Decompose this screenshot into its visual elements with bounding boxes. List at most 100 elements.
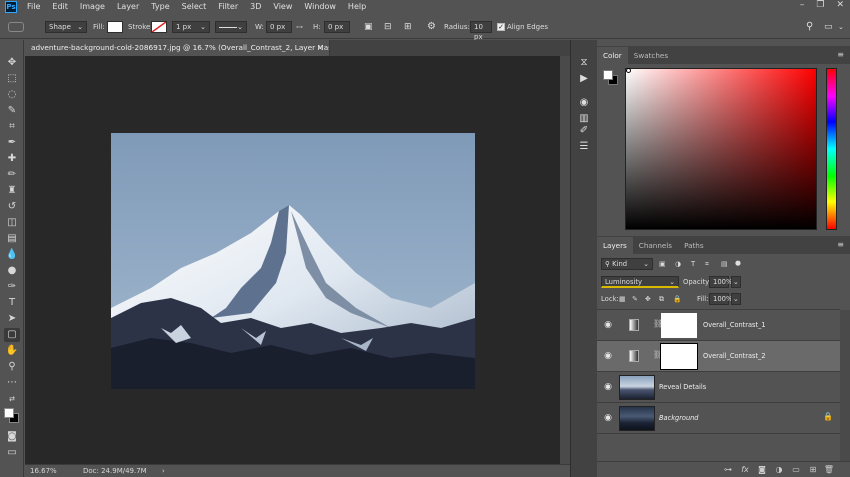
stroke-style-select[interactable]: ⌄ <box>215 21 247 33</box>
clone-stamp-tool-icon[interactable]: ♜ <box>4 184 20 198</box>
layer-row-selected[interactable]: ◉ ⛓ Overall_Contrast_2 <box>597 341 840 372</box>
layer-thumbnail[interactable] <box>619 406 655 431</box>
canvas-scrollbar[interactable] <box>560 56 570 464</box>
opacity-dropdown-button[interactable]: ⌄ <box>731 276 741 288</box>
color-foreground-swatch[interactable] <box>603 70 613 80</box>
layer-name[interactable]: Overall_Contrast_2 <box>703 341 766 372</box>
tab-swatches[interactable]: Swatches <box>628 47 674 64</box>
lock-artboard-icon[interactable]: ⧉ <box>659 293 664 305</box>
width-field[interactable]: 0 px <box>266 21 292 33</box>
history-icon[interactable]: ⧖ <box>577 56 591 70</box>
fill-field[interactable]: 100% <box>709 293 732 305</box>
brush-tool-icon[interactable]: ✏ <box>4 168 20 182</box>
lock-position-icon[interactable]: ✥ <box>645 293 651 305</box>
lock-pixels-icon[interactable]: ✎ <box>632 293 638 305</box>
filter-type-icon[interactable]: T <box>691 258 695 270</box>
filter-adjustment-icon[interactable]: ◑ <box>675 258 681 270</box>
more-tools-icon[interactable]: ⋯ <box>4 376 20 390</box>
layer-row[interactable]: ◉ Reveal Details <box>597 372 840 403</box>
eyedropper-tool-icon[interactable]: ✒ <box>4 136 20 150</box>
gear-icon[interactable]: ⚙ <box>427 21 436 33</box>
dodge-tool-icon[interactable]: ● <box>4 264 20 278</box>
zoom-tool-icon[interactable]: ⚲ <box>4 360 20 374</box>
fx-icon[interactable]: fx <box>739 464 751 476</box>
adjustments-icon[interactable]: ◉ <box>577 96 591 110</box>
layer-row[interactable]: ◉ ⛓ Overall_Contrast_1 <box>597 310 840 341</box>
menu-3d[interactable]: 3D <box>244 0 267 14</box>
group-icon[interactable]: ▭ <box>790 464 802 476</box>
history-brush-tool-icon[interactable]: ↺ <box>4 200 20 214</box>
gradient-tool-icon[interactable]: ▤ <box>4 232 20 246</box>
height-field[interactable]: 0 px <box>324 21 350 33</box>
link-dimensions-icon[interactable]: ⊶ <box>296 21 303 33</box>
document-image[interactable] <box>111 133 475 389</box>
workspace-icon[interactable]: ▭ <box>824 21 833 33</box>
path-alignment-icon[interactable]: ⊟ <box>384 21 392 33</box>
link-icon[interactable]: ⊶ <box>722 464 734 476</box>
fill-dropdown-button[interactable]: ⌄ <box>731 293 741 305</box>
tool-mode-select[interactable]: Shape ⌄ <box>45 21 87 33</box>
layer-name[interactable]: Reveal Details <box>659 372 706 403</box>
screen-mode-icon[interactable]: ▭ <box>4 446 20 460</box>
play-actions-icon[interactable]: ▶ <box>577 72 591 86</box>
stroke-width-field[interactable]: 1 px ⌄ <box>172 21 210 33</box>
filter-shape-icon[interactable]: ⌗ <box>705 258 709 270</box>
document-tab[interactable]: adventure-background-cold-2086917.jpg @ … <box>25 40 330 56</box>
crop-tool-icon[interactable]: ⌗ <box>4 120 20 134</box>
rounded-rect-tool-icon[interactable] <box>8 22 24 32</box>
path-arrangement-icon[interactable]: ⊞ <box>404 21 412 33</box>
layer-mask-thumbnail[interactable] <box>660 343 698 370</box>
opacity-field[interactable]: 100% <box>709 276 732 288</box>
adjustment-icon[interactable]: ◑ <box>773 464 785 476</box>
lock-all-icon[interactable]: 🔒 <box>673 293 681 305</box>
align-edges-checkbox[interactable]: ✓ <box>497 23 505 31</box>
hue-slider[interactable] <box>826 68 837 230</box>
layer-filter-select[interactable]: ⚲ Kind ⌄ <box>601 258 653 270</box>
status-menu-arrow[interactable]: › <box>162 465 165 477</box>
menu-window[interactable]: Window <box>298 0 342 14</box>
menu-help[interactable]: Help <box>342 0 372 14</box>
tab-paths[interactable]: Paths <box>678 237 710 254</box>
path-operations-icon[interactable]: ▣ <box>364 21 373 33</box>
menu-layer[interactable]: Layer <box>111 0 145 14</box>
swap-colors-icon[interactable]: ⇄ <box>4 392 20 406</box>
zoom-level[interactable]: 16.67% <box>30 465 57 477</box>
layer-thumbnail[interactable] <box>619 375 655 400</box>
menu-select[interactable]: Select <box>176 0 213 14</box>
eye-icon[interactable]: ◉ <box>602 319 614 331</box>
eraser-tool-icon[interactable]: ◫ <box>4 216 20 230</box>
foreground-color-swatch[interactable] <box>4 408 14 418</box>
marquee-tool-icon[interactable]: ⬚ <box>4 72 20 86</box>
tab-color[interactable]: Color <box>597 47 628 64</box>
pen-tool-icon[interactable]: ✑ <box>4 280 20 294</box>
quick-mask-icon[interactable]: ◙ <box>4 430 20 444</box>
eye-icon[interactable]: ◉ <box>602 350 614 362</box>
menu-filter[interactable]: Filter <box>212 0 244 14</box>
chevron-down-icon[interactable]: ⌄ <box>838 21 844 33</box>
menu-view[interactable]: View <box>267 0 298 14</box>
healing-brush-tool-icon[interactable]: ✚ <box>4 152 20 166</box>
layer-mask-thumbnail[interactable] <box>661 313 697 338</box>
radius-field[interactable]: 10 px <box>470 21 492 41</box>
move-tool-icon[interactable]: ✥ <box>4 56 20 70</box>
brushes-icon[interactable]: ✐ <box>577 124 591 138</box>
hand-tool-icon[interactable]: ✋ <box>4 344 20 358</box>
rounded-rectangle-tool-icon[interactable]: ▢ <box>4 328 20 342</box>
filter-smart-object-icon[interactable]: ▤ <box>721 258 727 270</box>
layer-name[interactable]: Background <box>659 403 698 434</box>
eye-icon[interactable]: ◉ <box>602 412 614 424</box>
trash-icon[interactable]: 🗑 <box>823 464 835 476</box>
panel-menu-icon[interactable]: ≡ <box>837 50 844 59</box>
path-selection-tool-icon[interactable]: ➤ <box>4 312 20 326</box>
panel-menu-icon[interactable]: ≡ <box>837 240 844 249</box>
filter-toggle-icon[interactable]: ● <box>735 257 741 269</box>
tab-layers[interactable]: Layers <box>597 237 633 254</box>
search-icon[interactable]: ⚲ <box>806 21 813 33</box>
blend-mode-select[interactable]: Luminosity ⌄ <box>601 276 679 288</box>
filter-pixel-icon[interactable]: ▣ <box>659 258 665 270</box>
type-tool-icon[interactable]: T <box>4 296 20 310</box>
lasso-tool-icon[interactable]: ◌ <box>4 88 20 102</box>
lock-transparent-icon[interactable]: ▦ <box>619 293 625 305</box>
stroke-swatch[interactable] <box>151 21 167 33</box>
close-window-button[interactable]: ✕ <box>836 0 844 10</box>
